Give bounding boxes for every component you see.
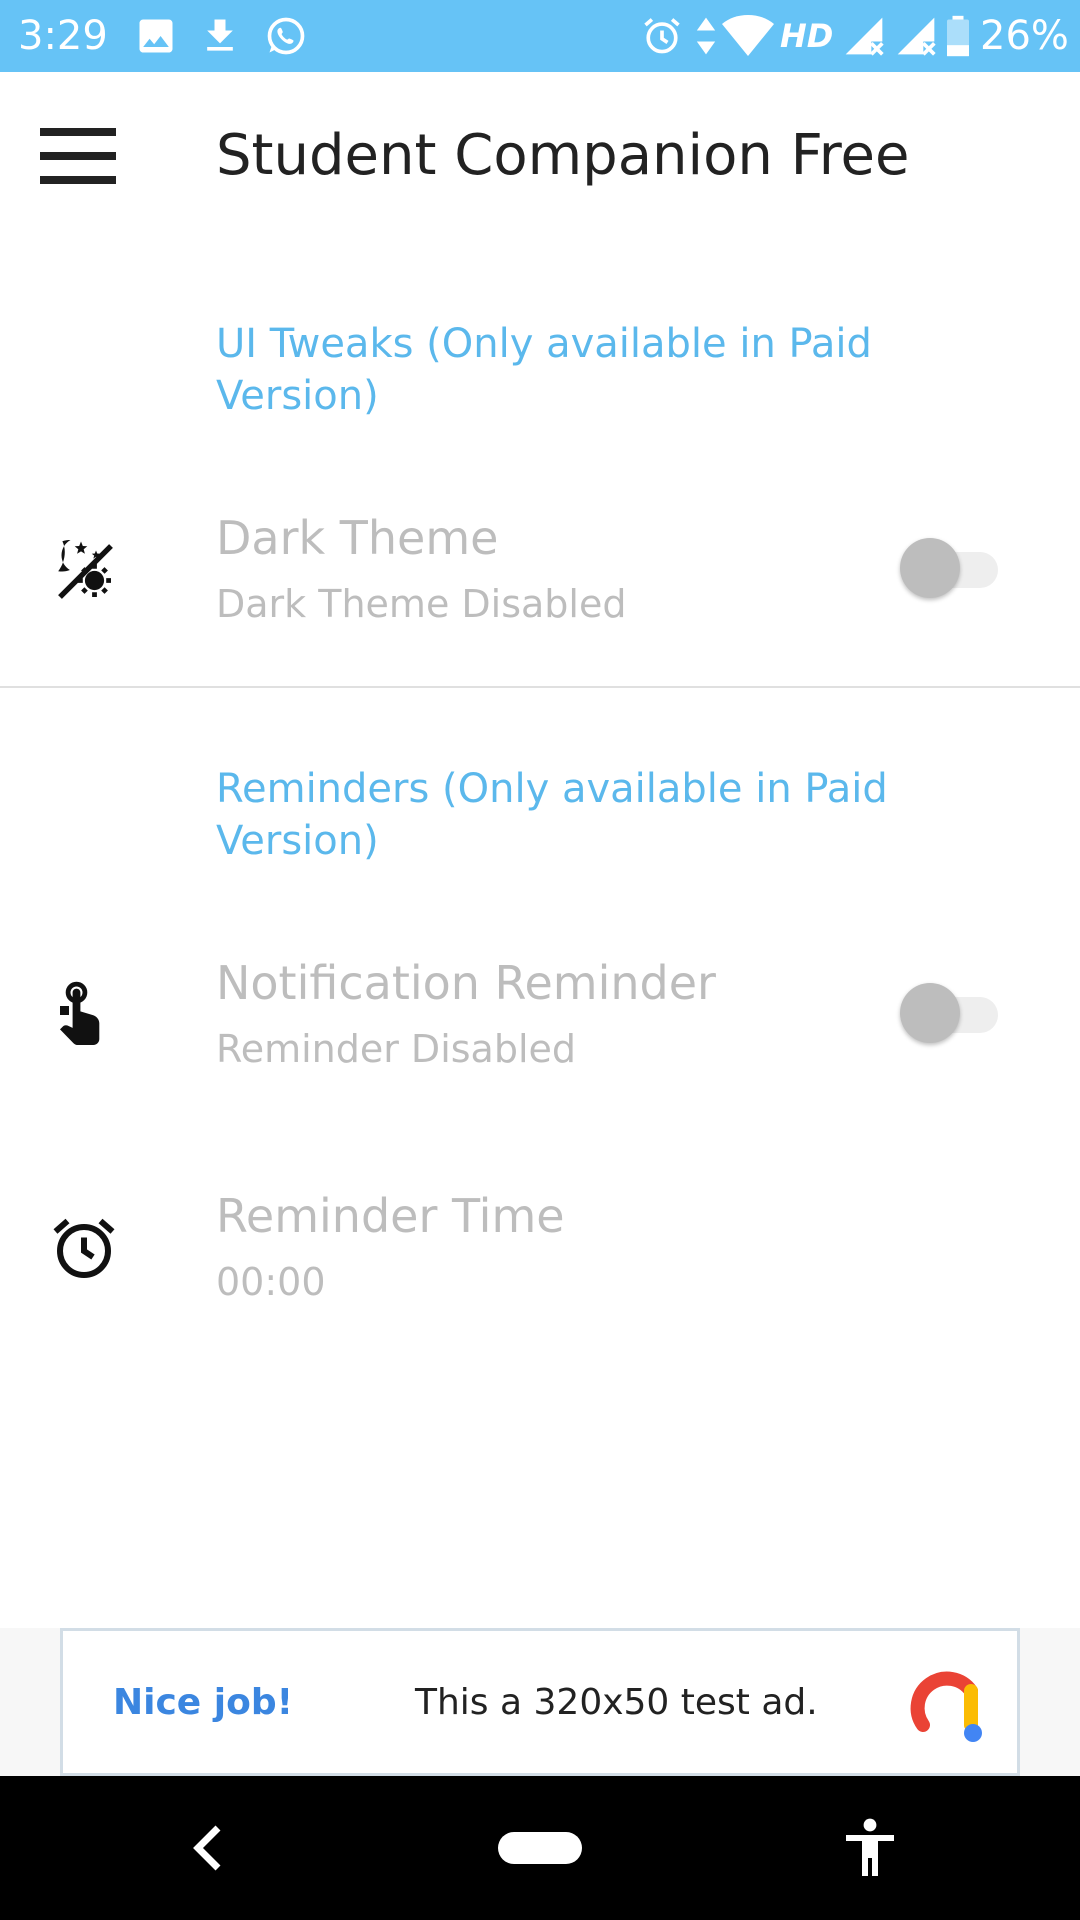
test-ad-banner[interactable]: Nice job! This a 320x50 test ad. [60,1628,1020,1776]
navigation-bar [0,1776,1080,1920]
switch-thumb [900,983,960,1043]
battery-icon [944,14,972,58]
image-icon [134,14,178,58]
reminder-time-summary: 00:00 [216,1260,326,1304]
signal-icon [894,14,938,58]
status-time: 3:29 [18,13,108,59]
dark-theme-switch[interactable] [900,538,1000,598]
dark-theme-setting[interactable]: Dark Theme Dark Theme Disabled [0,490,1080,650]
alarm-icon [640,14,684,58]
reminder-time-title: Reminder Time [216,1189,565,1243]
gesture-tap-icon [48,979,120,1051]
app-bar: Student Companion Free [0,72,1080,240]
hamburger-menu-icon[interactable] [40,120,128,192]
status-bar: 3:29 HD 26% [0,0,1080,72]
reminder-time-setting[interactable]: Reminder Time 00:00 [0,1168,1080,1328]
alarm-clock-icon [48,1212,120,1284]
theme-light-dark-icon [48,534,120,606]
ads-logo-icon [907,1665,987,1745]
home-pill-icon[interactable] [498,1832,582,1864]
network-type-label: HD [780,17,834,55]
dark-theme-summary: Dark Theme Disabled [216,582,627,626]
page-title: Student Companion Free [216,123,910,188]
signal-icon [842,14,886,58]
ad-area: Nice job! This a 320x50 test ad. [0,1628,1080,1776]
whatsapp-icon [264,14,308,58]
ad-label: Nice job! [113,1682,294,1723]
notification-reminder-title: Notification Reminder [216,956,716,1010]
ad-text: This a 320x50 test ad. [415,1682,818,1723]
notification-reminder-setting[interactable]: Notification Reminder Reminder Disabled [0,935,1080,1095]
back-icon[interactable] [186,1820,230,1876]
section-header-reminders: Reminders (Only available in Paid Versio… [216,766,888,864]
switch-thumb [900,538,960,598]
download-icon [198,14,242,58]
battery-percent: 26% [980,13,1069,59]
section-header-ui-tweaks: UI Tweaks (Only available in Paid Versio… [216,321,872,419]
section-divider [0,686,1080,688]
notification-reminder-summary: Reminder Disabled [216,1027,577,1071]
dark-theme-title: Dark Theme [216,511,499,565]
notification-reminder-switch[interactable] [900,983,1000,1043]
data-arrows-icon [692,14,720,58]
accessibility-icon[interactable] [844,1818,896,1878]
wifi-icon [722,14,774,58]
